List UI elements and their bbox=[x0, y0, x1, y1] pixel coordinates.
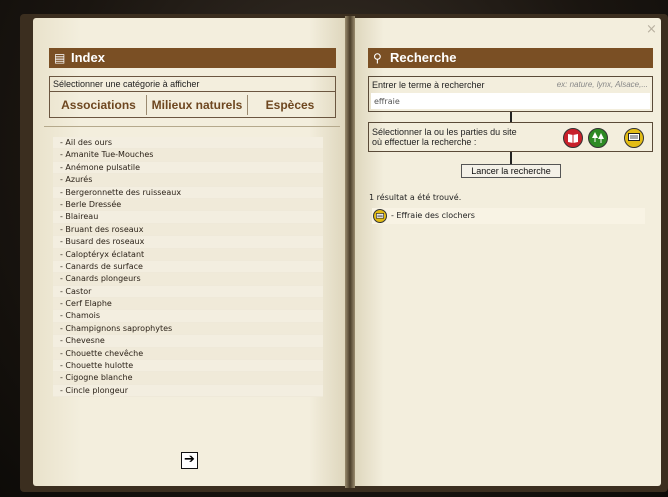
divider bbox=[50, 91, 335, 92]
search-title: Recherche bbox=[390, 50, 457, 65]
trees-icon bbox=[592, 132, 604, 143]
species-list: - Ail des ours - Amanite Tue-Mouches - A… bbox=[53, 137, 323, 398]
search-term-box: Entrer le terme à rechercher ex: nature,… bbox=[368, 76, 653, 112]
list-item[interactable]: - Anémone pulsatile bbox=[53, 161, 323, 175]
launch-search-button[interactable]: Lancer la recherche bbox=[461, 164, 561, 178]
result-link[interactable]: - Effraie des clochers bbox=[391, 208, 475, 224]
list-item[interactable]: - Berle Dressée bbox=[53, 198, 323, 212]
search-parts-label: Sélectionner la ou les parties du site o… bbox=[372, 127, 517, 147]
list-item[interactable]: - Canards plongeurs bbox=[53, 273, 323, 286]
search-term-label: Entrer le terme à rechercher bbox=[372, 80, 485, 90]
list-item[interactable]: - Busard des roseaux bbox=[53, 236, 323, 249]
category-selector: Sélectionner une catégorie à afficher As… bbox=[49, 76, 336, 118]
tab-associations[interactable]: Associations bbox=[56, 95, 141, 115]
search-input[interactable] bbox=[371, 93, 650, 109]
divider bbox=[44, 126, 340, 127]
list-item[interactable]: - Chamois bbox=[53, 310, 323, 323]
list-item[interactable]: - Chouette hulotte bbox=[53, 360, 323, 373]
book-spine bbox=[345, 16, 355, 488]
search-parts-box: Sélectionner la ou les parties du site o… bbox=[368, 122, 653, 152]
document-icon: ▤ bbox=[54, 51, 66, 65]
tab-especes[interactable]: Espèces bbox=[250, 95, 330, 115]
list-item[interactable]: - Cerf Elaphe bbox=[53, 298, 323, 311]
list-item[interactable]: - Chevesne bbox=[53, 335, 323, 348]
list-item[interactable]: - Blaireau bbox=[53, 211, 323, 224]
nature-section-button[interactable] bbox=[588, 128, 608, 148]
list-item[interactable]: - Chouette chevêche bbox=[53, 347, 323, 361]
list-item[interactable]: - Bergeronnette des ruisseaux bbox=[53, 186, 323, 199]
list-item[interactable]: - Champignons saprophytes bbox=[53, 322, 323, 336]
tab-milieux-naturels[interactable]: Milieux naturels bbox=[146, 95, 248, 115]
book-section-button[interactable] bbox=[563, 128, 583, 148]
book-icon bbox=[568, 134, 578, 143]
list-item[interactable]: - Canards de surface bbox=[53, 260, 323, 274]
list-item[interactable]: - Castor bbox=[53, 285, 323, 299]
species-section-button[interactable] bbox=[624, 128, 644, 148]
list-item[interactable]: - Cigogne blanche bbox=[53, 372, 323, 385]
result-count: 1 résultat a été trouvé. bbox=[369, 193, 462, 202]
search-icon: ⚲ bbox=[373, 51, 382, 65]
list-item[interactable]: - Caloptéryx éclatant bbox=[53, 248, 323, 261]
search-term-hint: ex: nature, lynx, Alsace,... bbox=[556, 80, 648, 89]
category-prompt: Sélectionner une catégorie à afficher bbox=[53, 79, 200, 89]
result-item[interactable]: - Effraie des clochers bbox=[372, 208, 645, 224]
index-header: ▤ Index bbox=[49, 48, 336, 68]
speech-icon bbox=[628, 133, 640, 141]
next-page-button[interactable]: ➔ bbox=[181, 452, 198, 469]
list-item[interactable]: - Azurés bbox=[53, 174, 323, 187]
speech-icon bbox=[373, 209, 387, 223]
connector bbox=[510, 152, 512, 164]
connector bbox=[510, 112, 512, 122]
close-icon[interactable]: × bbox=[646, 22, 657, 37]
search-header: ⚲ Recherche bbox=[368, 48, 653, 68]
list-item[interactable]: - Bruant des roseaux bbox=[53, 223, 323, 237]
list-item[interactable]: - Amanite Tue-Mouches bbox=[53, 149, 323, 162]
arrow-right-icon: ➔ bbox=[184, 452, 195, 467]
index-title: Index bbox=[71, 50, 105, 65]
list-item[interactable]: - Cincle plongeur bbox=[53, 384, 323, 398]
list-item[interactable]: - Ail des ours bbox=[53, 137, 323, 150]
